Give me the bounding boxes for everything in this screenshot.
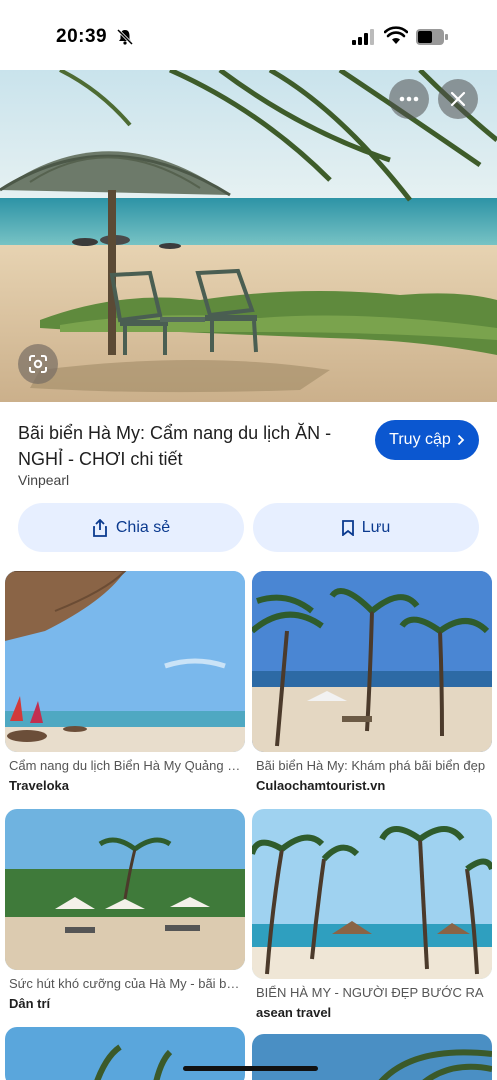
related-source: Culaochamtourist.vn: [256, 778, 386, 793]
lens-icon: [29, 355, 47, 373]
related-thumbnail: [252, 809, 492, 979]
bookmark-icon: [341, 519, 354, 536]
save-button-label: Lưu: [361, 518, 391, 536]
related-card[interactable]: Sức hút khó cưỡng của Hà My - bãi biển D…: [5, 809, 245, 1011]
related-thumbnail-partial[interactable]: [5, 1027, 245, 1080]
more-horizontal-icon: [399, 96, 419, 102]
battery-icon: [416, 29, 448, 45]
related-caption: Cẩm nang du lịch Biển Hà My Quảng Nam: [9, 758, 241, 773]
save-button[interactable]: Lưu: [253, 503, 479, 552]
related-card[interactable]: Bãi biển Hà My: Khám phá bãi biển đẹp Cu…: [252, 571, 492, 793]
related-card[interactable]: Cẩm nang du lịch Biển Hà My Quảng Nam Tr…: [5, 571, 245, 793]
share-button-label: Chia sẻ: [115, 518, 171, 536]
related-source: Traveloka: [9, 778, 69, 793]
related-caption: Sức hút khó cưỡng của Hà My - bãi biển: [9, 976, 241, 991]
related-source: Dân trí: [9, 996, 51, 1011]
related-caption: Bãi biển Hà My: Khám phá bãi biển đẹp: [256, 758, 486, 773]
more-options-button[interactable]: [389, 79, 429, 119]
related-card[interactable]: BIỂN HÀ MY - NGƯỜI ĐẸP BƯỚC RA asean tra…: [252, 809, 492, 1020]
related-caption: BIỂN HÀ MY - NGƯỜI ĐẸP BƯỚC RA: [256, 985, 484, 1000]
close-icon: [450, 91, 466, 107]
visit-button-label: Truy cập: [389, 431, 451, 448]
share-icon: [92, 518, 107, 537]
lens-search-button[interactable]: [18, 344, 58, 384]
result-title[interactable]: Bãi biển Hà My: Cẩm nang du lịch ĂN - NG…: [18, 420, 353, 472]
related-source: asean travel: [256, 1005, 332, 1020]
status-bar: 20:39: [0, 0, 497, 70]
close-button[interactable]: [438, 79, 478, 119]
related-thumbnail: [5, 809, 245, 970]
cellular-signal-icon: [352, 29, 374, 45]
home-indicator[interactable]: [183, 1066, 318, 1071]
related-thumbnail-partial[interactable]: [252, 1034, 492, 1080]
related-thumbnail: [252, 571, 492, 752]
hero-image[interactable]: [0, 70, 497, 402]
status-time: 20:39: [56, 26, 108, 47]
wifi-icon: [384, 26, 408, 44]
share-button[interactable]: Chia sẻ: [18, 503, 244, 552]
visit-button[interactable]: Truy cập: [375, 420, 479, 460]
chevron-right-icon: [457, 434, 465, 446]
related-thumbnail: [5, 571, 245, 752]
result-source: Vinpearl: [18, 472, 70, 488]
bell-muted-icon: [116, 28, 134, 46]
